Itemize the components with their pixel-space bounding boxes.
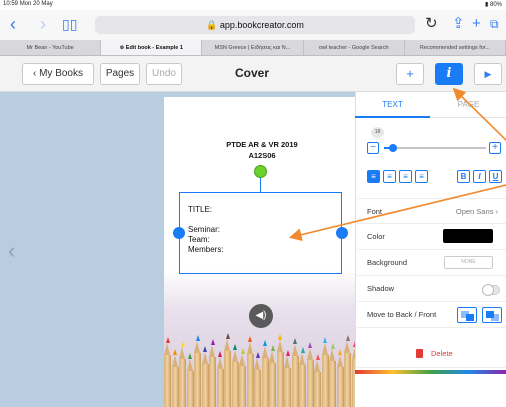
rotate-handle-stem bbox=[260, 178, 261, 192]
font-size-slider-knob[interactable] bbox=[389, 144, 397, 152]
tab-page[interactable]: PAGE bbox=[431, 92, 506, 118]
font-size-increase-button[interactable]: + bbox=[489, 142, 501, 154]
font-row[interactable]: Font Open Sans › bbox=[355, 198, 506, 224]
browser-toolbar: ‹ › ▯▯ 🔒 app.bookcreator.com ↻ ⇪ + ⧉ bbox=[0, 10, 506, 40]
text-line bbox=[188, 215, 224, 225]
font-size-decrease-button[interactable]: − bbox=[367, 142, 379, 154]
pages-button[interactable]: Pages bbox=[100, 63, 140, 85]
browser-tab-active[interactable]: ⊗ Edit book - Example 1 bbox=[101, 40, 203, 55]
pencil-illustration bbox=[291, 338, 299, 407]
pencil-illustration bbox=[209, 339, 216, 407]
browser-tab[interactable]: Mr Bean - YouTube bbox=[0, 40, 102, 55]
pencil-illustration bbox=[216, 351, 224, 407]
pencil-illustration bbox=[239, 348, 246, 407]
pencil-illustration bbox=[186, 353, 194, 407]
color-swatch[interactable] bbox=[443, 229, 493, 243]
pencil-illustration bbox=[261, 340, 269, 407]
align-justify-icon[interactable]: ≡ bbox=[415, 170, 428, 183]
pencil-illustration bbox=[224, 333, 231, 407]
battery-indicator: ▮ 80% bbox=[485, 2, 502, 8]
text-line: Members: bbox=[188, 245, 224, 254]
status-time: 10:59 Mon 20 May bbox=[3, 1, 53, 7]
pencil-illustration bbox=[246, 336, 254, 407]
tab-text[interactable]: TEXT bbox=[355, 92, 430, 118]
text-line: TITLE: bbox=[188, 205, 213, 214]
move-to-back-icon[interactable] bbox=[457, 307, 477, 323]
shadow-toggle-knob[interactable] bbox=[482, 284, 494, 296]
text-box-content[interactable]: TITLE: Seminar: Team: Members: bbox=[188, 205, 224, 255]
add-button[interactable]: + bbox=[396, 63, 424, 85]
panel-footer bbox=[355, 374, 506, 407]
pencil-illustration bbox=[231, 344, 239, 407]
font-value: Open Sans › bbox=[455, 207, 498, 216]
audio-speaker-icon[interactable]: ◀) bbox=[249, 304, 273, 328]
play-button[interactable]: ▶ bbox=[474, 63, 502, 85]
align-left-icon[interactable]: ≡ bbox=[367, 170, 380, 183]
pencil-illustration bbox=[336, 349, 344, 407]
info-inspector-button[interactable]: i bbox=[435, 63, 463, 85]
previous-page-icon[interactable]: ‹ bbox=[8, 238, 15, 264]
resize-handle-right[interactable] bbox=[336, 227, 348, 239]
pencils-illustration bbox=[164, 320, 360, 407]
forward-arrow-icon[interactable]: › bbox=[40, 14, 46, 34]
pencil-illustration bbox=[314, 354, 321, 407]
pencil-illustration bbox=[171, 349, 179, 407]
undo-button[interactable]: Undo bbox=[146, 63, 182, 85]
status-bar: 10:59 Mon 20 May ▮ 80% bbox=[0, 0, 506, 10]
pencil-illustration bbox=[329, 343, 336, 407]
font-label: Font bbox=[367, 207, 383, 216]
pencil-illustration bbox=[194, 335, 201, 407]
font-size-value: 18 bbox=[371, 127, 384, 138]
pencil-illustration bbox=[179, 341, 186, 407]
delete-button[interactable]: Delete bbox=[355, 340, 506, 368]
browser-tabs: Mr Bean - YouTube ⊗ Edit book - Example … bbox=[0, 40, 506, 56]
pencil-illustration bbox=[201, 346, 209, 407]
page-title: Cover bbox=[235, 66, 270, 80]
pencil-illustration bbox=[269, 345, 276, 407]
new-tab-icon[interactable]: + bbox=[472, 15, 481, 33]
pencil-illustration bbox=[254, 352, 261, 407]
align-center-icon[interactable]: ≡ bbox=[383, 170, 396, 183]
underline-button[interactable]: U bbox=[489, 170, 502, 183]
pencil-illustration bbox=[164, 337, 171, 407]
url-text: app.bookcreator.com bbox=[219, 20, 304, 30]
resize-handle-left[interactable] bbox=[173, 227, 185, 239]
text-line: Team: bbox=[188, 235, 210, 244]
address-bar[interactable]: 🔒 app.bookcreator.com bbox=[95, 16, 415, 34]
inspector-tabs: TEXT PAGE bbox=[355, 92, 506, 118]
pencil-illustration bbox=[284, 350, 291, 407]
move-to-front-icon[interactable] bbox=[482, 307, 502, 323]
back-arrow-icon[interactable]: ‹ bbox=[10, 14, 16, 34]
share-icon[interactable]: ⇪ bbox=[452, 15, 465, 33]
trash-icon bbox=[416, 349, 423, 358]
rotate-handle[interactable] bbox=[254, 165, 267, 178]
pencil-illustration bbox=[276, 334, 284, 407]
shadow-label: Shadow bbox=[367, 284, 395, 293]
text-line: Seminar: bbox=[188, 225, 221, 234]
my-books-button[interactable]: ‹ My Books bbox=[22, 63, 94, 85]
page-heading-line1[interactable]: PTDE AR & VR 2019 bbox=[164, 140, 360, 149]
app-toolbar: ‹ My Books Pages Undo Cover + i ▶ bbox=[0, 56, 506, 92]
browser-tab[interactable]: MSN Greece | Ειδήσεις και Ν... bbox=[202, 40, 304, 55]
delete-label: Delete bbox=[431, 349, 453, 358]
browser-tab[interactable]: Recommended settings for... bbox=[405, 40, 506, 55]
browser-tab[interactable]: owl teacher - Google Search bbox=[304, 40, 405, 55]
background-label: Background bbox=[367, 258, 408, 267]
bookmarks-icon[interactable]: ▯▯ bbox=[62, 14, 77, 34]
pencil-illustration bbox=[344, 335, 351, 407]
tabs-overview-icon[interactable]: ⧉ bbox=[490, 15, 499, 33]
align-right-icon[interactable]: ≡ bbox=[399, 170, 412, 183]
pencil-illustration bbox=[321, 337, 329, 407]
reload-icon[interactable]: ↻ bbox=[425, 15, 438, 33]
background-swatch[interactable]: NONE bbox=[444, 256, 493, 269]
pencil-illustration bbox=[299, 347, 306, 407]
lock-icon: 🔒 bbox=[206, 20, 218, 30]
pencil-illustration bbox=[306, 342, 314, 407]
italic-button[interactable]: I bbox=[473, 170, 486, 183]
color-label: Color bbox=[367, 232, 385, 241]
page-heading-line2[interactable]: A12S06 bbox=[164, 151, 360, 160]
bold-button[interactable]: B bbox=[457, 170, 470, 183]
font-size-slider[interactable] bbox=[384, 147, 486, 149]
layer-label: Move to Back / Front bbox=[367, 310, 437, 319]
